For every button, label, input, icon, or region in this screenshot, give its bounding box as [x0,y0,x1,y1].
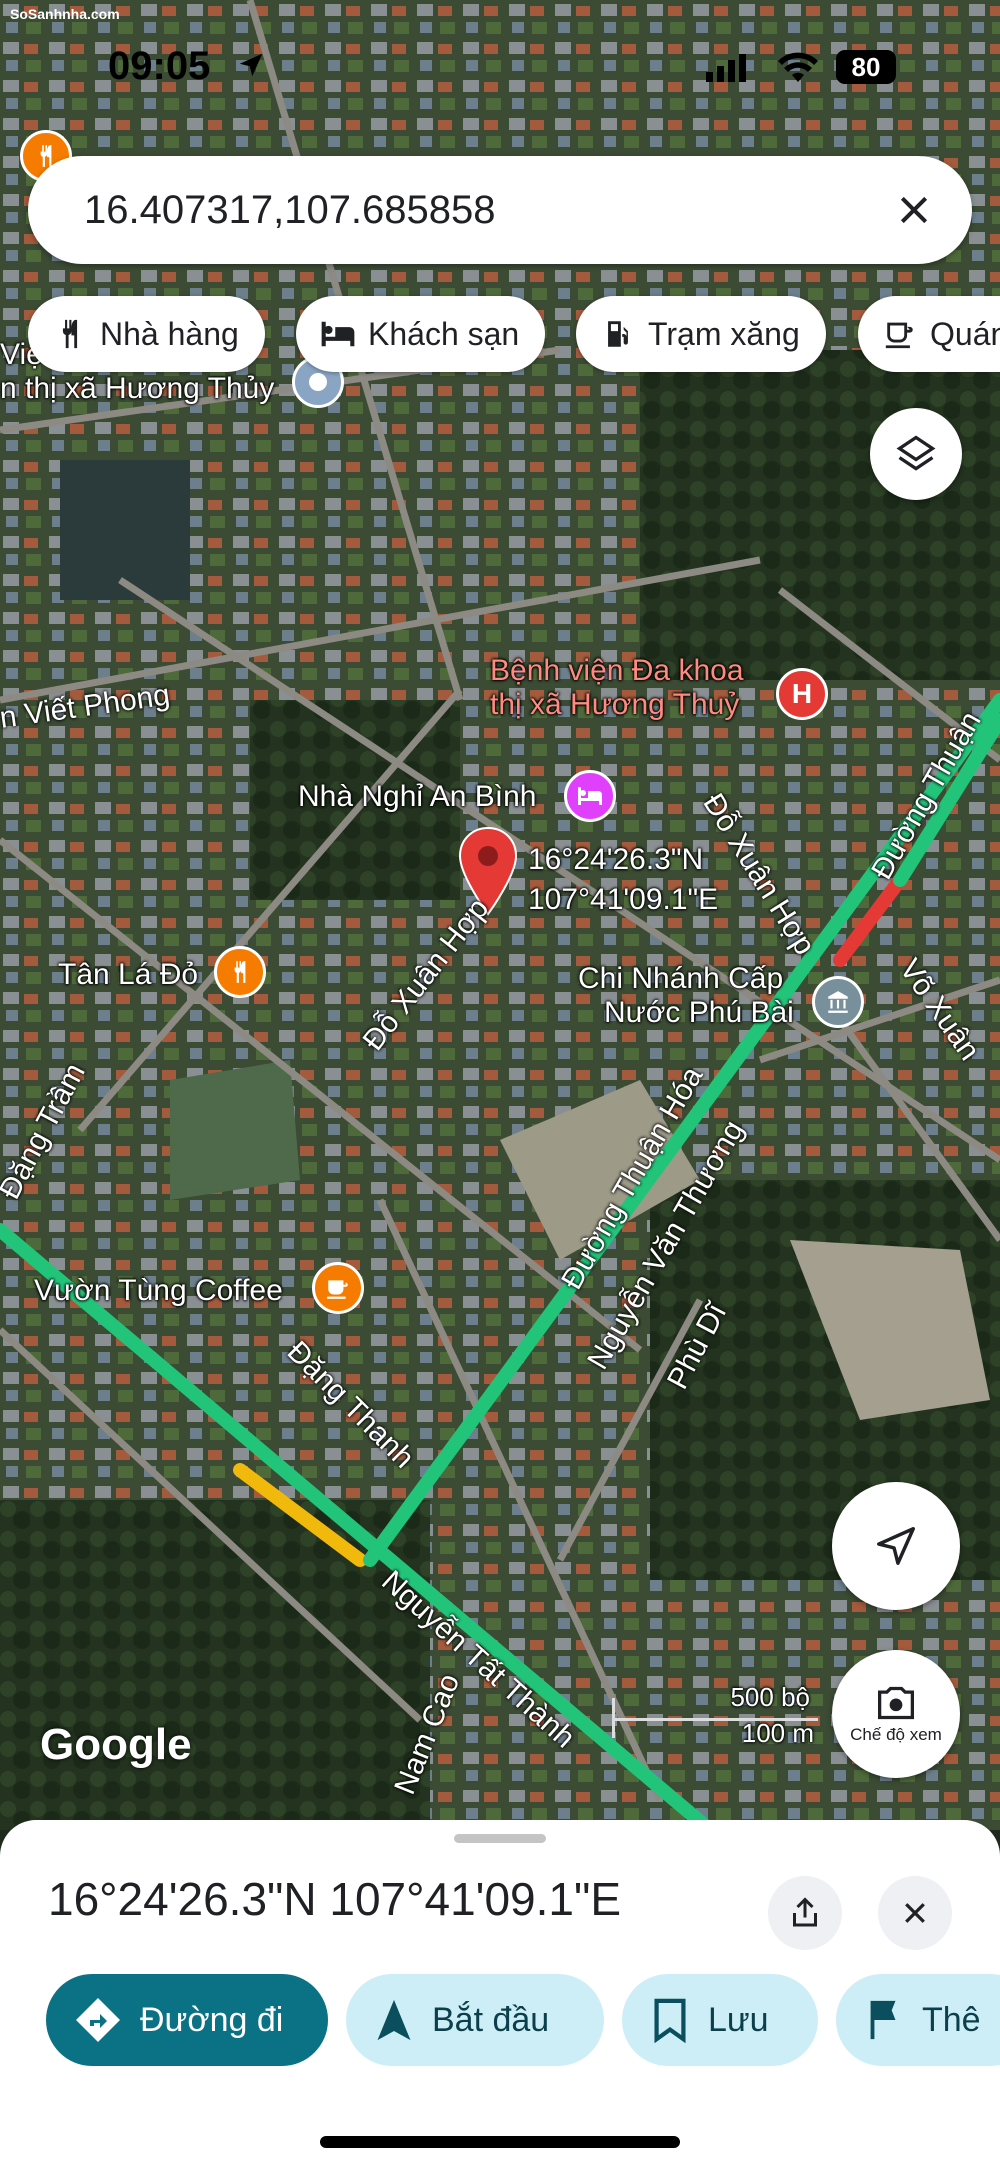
add-label-label: Thê [922,2000,981,2039]
layers-button[interactable] [870,408,962,500]
search-box[interactable]: 16.407317,107.685858 [28,156,972,264]
signal-icon [706,54,746,82]
hotel-label[interactable]: Nhà Nghỉ An Bình [298,780,537,814]
layers-icon [896,435,936,471]
map-scale: 500 bộ 100 m [612,1682,818,1748]
directions-button[interactable]: Đường đi [46,1974,328,2066]
battery-icon: 80 [836,50,896,84]
coffee-cup-icon [327,1280,348,1299]
hospital-icon: H [791,678,813,709]
google-logo: Google [40,1720,192,1769]
location-arrow-icon [239,53,263,77]
hospital-label[interactable]: Bệnh viện Đa khoa thị xã Hương Thuỷ [490,654,744,722]
chip-label: Khách sạn [368,315,520,352]
government-marker[interactable] [812,976,864,1028]
close-icon[interactable] [894,190,934,230]
chip-hotels[interactable]: Khách sạn [296,296,546,372]
sheet-handle[interactable] [454,1834,546,1843]
cafe-label[interactable]: Vườn Tùng Coffee [34,1274,283,1308]
flag-icon [870,2000,896,2040]
restaurant-marker-2[interactable] [214,946,266,998]
view-mode-button[interactable]: Chế độ xem [832,1650,960,1778]
my-location-button[interactable] [832,1482,960,1610]
restaurant-label[interactable]: Tân Lá Đỏ [58,958,198,992]
bed-icon [578,787,602,805]
clock: 09:05 [108,44,211,88]
directions-icon [76,1998,120,2042]
directions-label: Đường đi [140,2000,284,2039]
start-label: Bắt đầu [432,2000,550,2039]
add-label-button[interactable]: Thê [836,1974,1000,2066]
hotel-icon [318,314,358,354]
save-button[interactable]: Lưu [622,1974,818,2066]
chip-cafes[interactable]: Quán [858,296,1000,372]
dot-icon [309,373,327,391]
share-button[interactable] [768,1876,842,1950]
cafe-icon [880,314,920,354]
place-coordinates: 16°24'26.3"N 107°41'09.1"E [48,1873,622,1925]
gas-station-icon [598,314,638,354]
bookmark-icon [654,1998,686,2043]
search-query[interactable]: 16.407317,107.685858 [84,188,496,233]
share-icon [793,1897,817,1927]
place-bottom-sheet[interactable]: 16°24'26.3"N 107°41'09.1"E Đường đi Bắt … [0,1820,1000,2165]
close-icon [905,1903,925,1923]
pin-coordinates-label: 16°24'26.3"N 107°41'09.1"E [528,843,719,916]
start-button[interactable]: Bắt đầu [346,1974,604,2066]
fork-knife-icon [234,961,246,983]
chip-label: Trạm xăng [648,315,800,352]
building-icon [828,991,848,1013]
home-indicator[interactable] [320,2136,680,2148]
cafe-marker[interactable] [312,1262,364,1314]
navigation-arrow-icon [377,1999,411,2041]
hotel-marker[interactable] [564,770,616,822]
hospital-marker[interactable]: H [776,668,828,720]
chip-gas-stations[interactable]: Trạm xăng [576,296,826,372]
view-mode-label: Chế độ xem [850,1725,942,1744]
wifi-icon [778,52,818,82]
water-office-label[interactable]: Chi Nhánh Cấp Nước Phú Bài [578,962,794,1030]
chip-restaurants[interactable]: Nhà hàng [28,296,265,372]
navigation-arrow-icon [877,1527,915,1565]
camera-icon [878,1686,914,1720]
status-bar: 09:05 80 [0,40,1000,100]
chip-label: Nhà hàng [100,315,239,352]
save-label: Lưu [708,2000,769,2039]
close-sheet-button[interactable] [878,1876,952,1950]
watermark: SoSanhnha.com [10,6,120,22]
chip-label: Quán [930,315,1000,352]
restaurant-icon [50,314,90,354]
